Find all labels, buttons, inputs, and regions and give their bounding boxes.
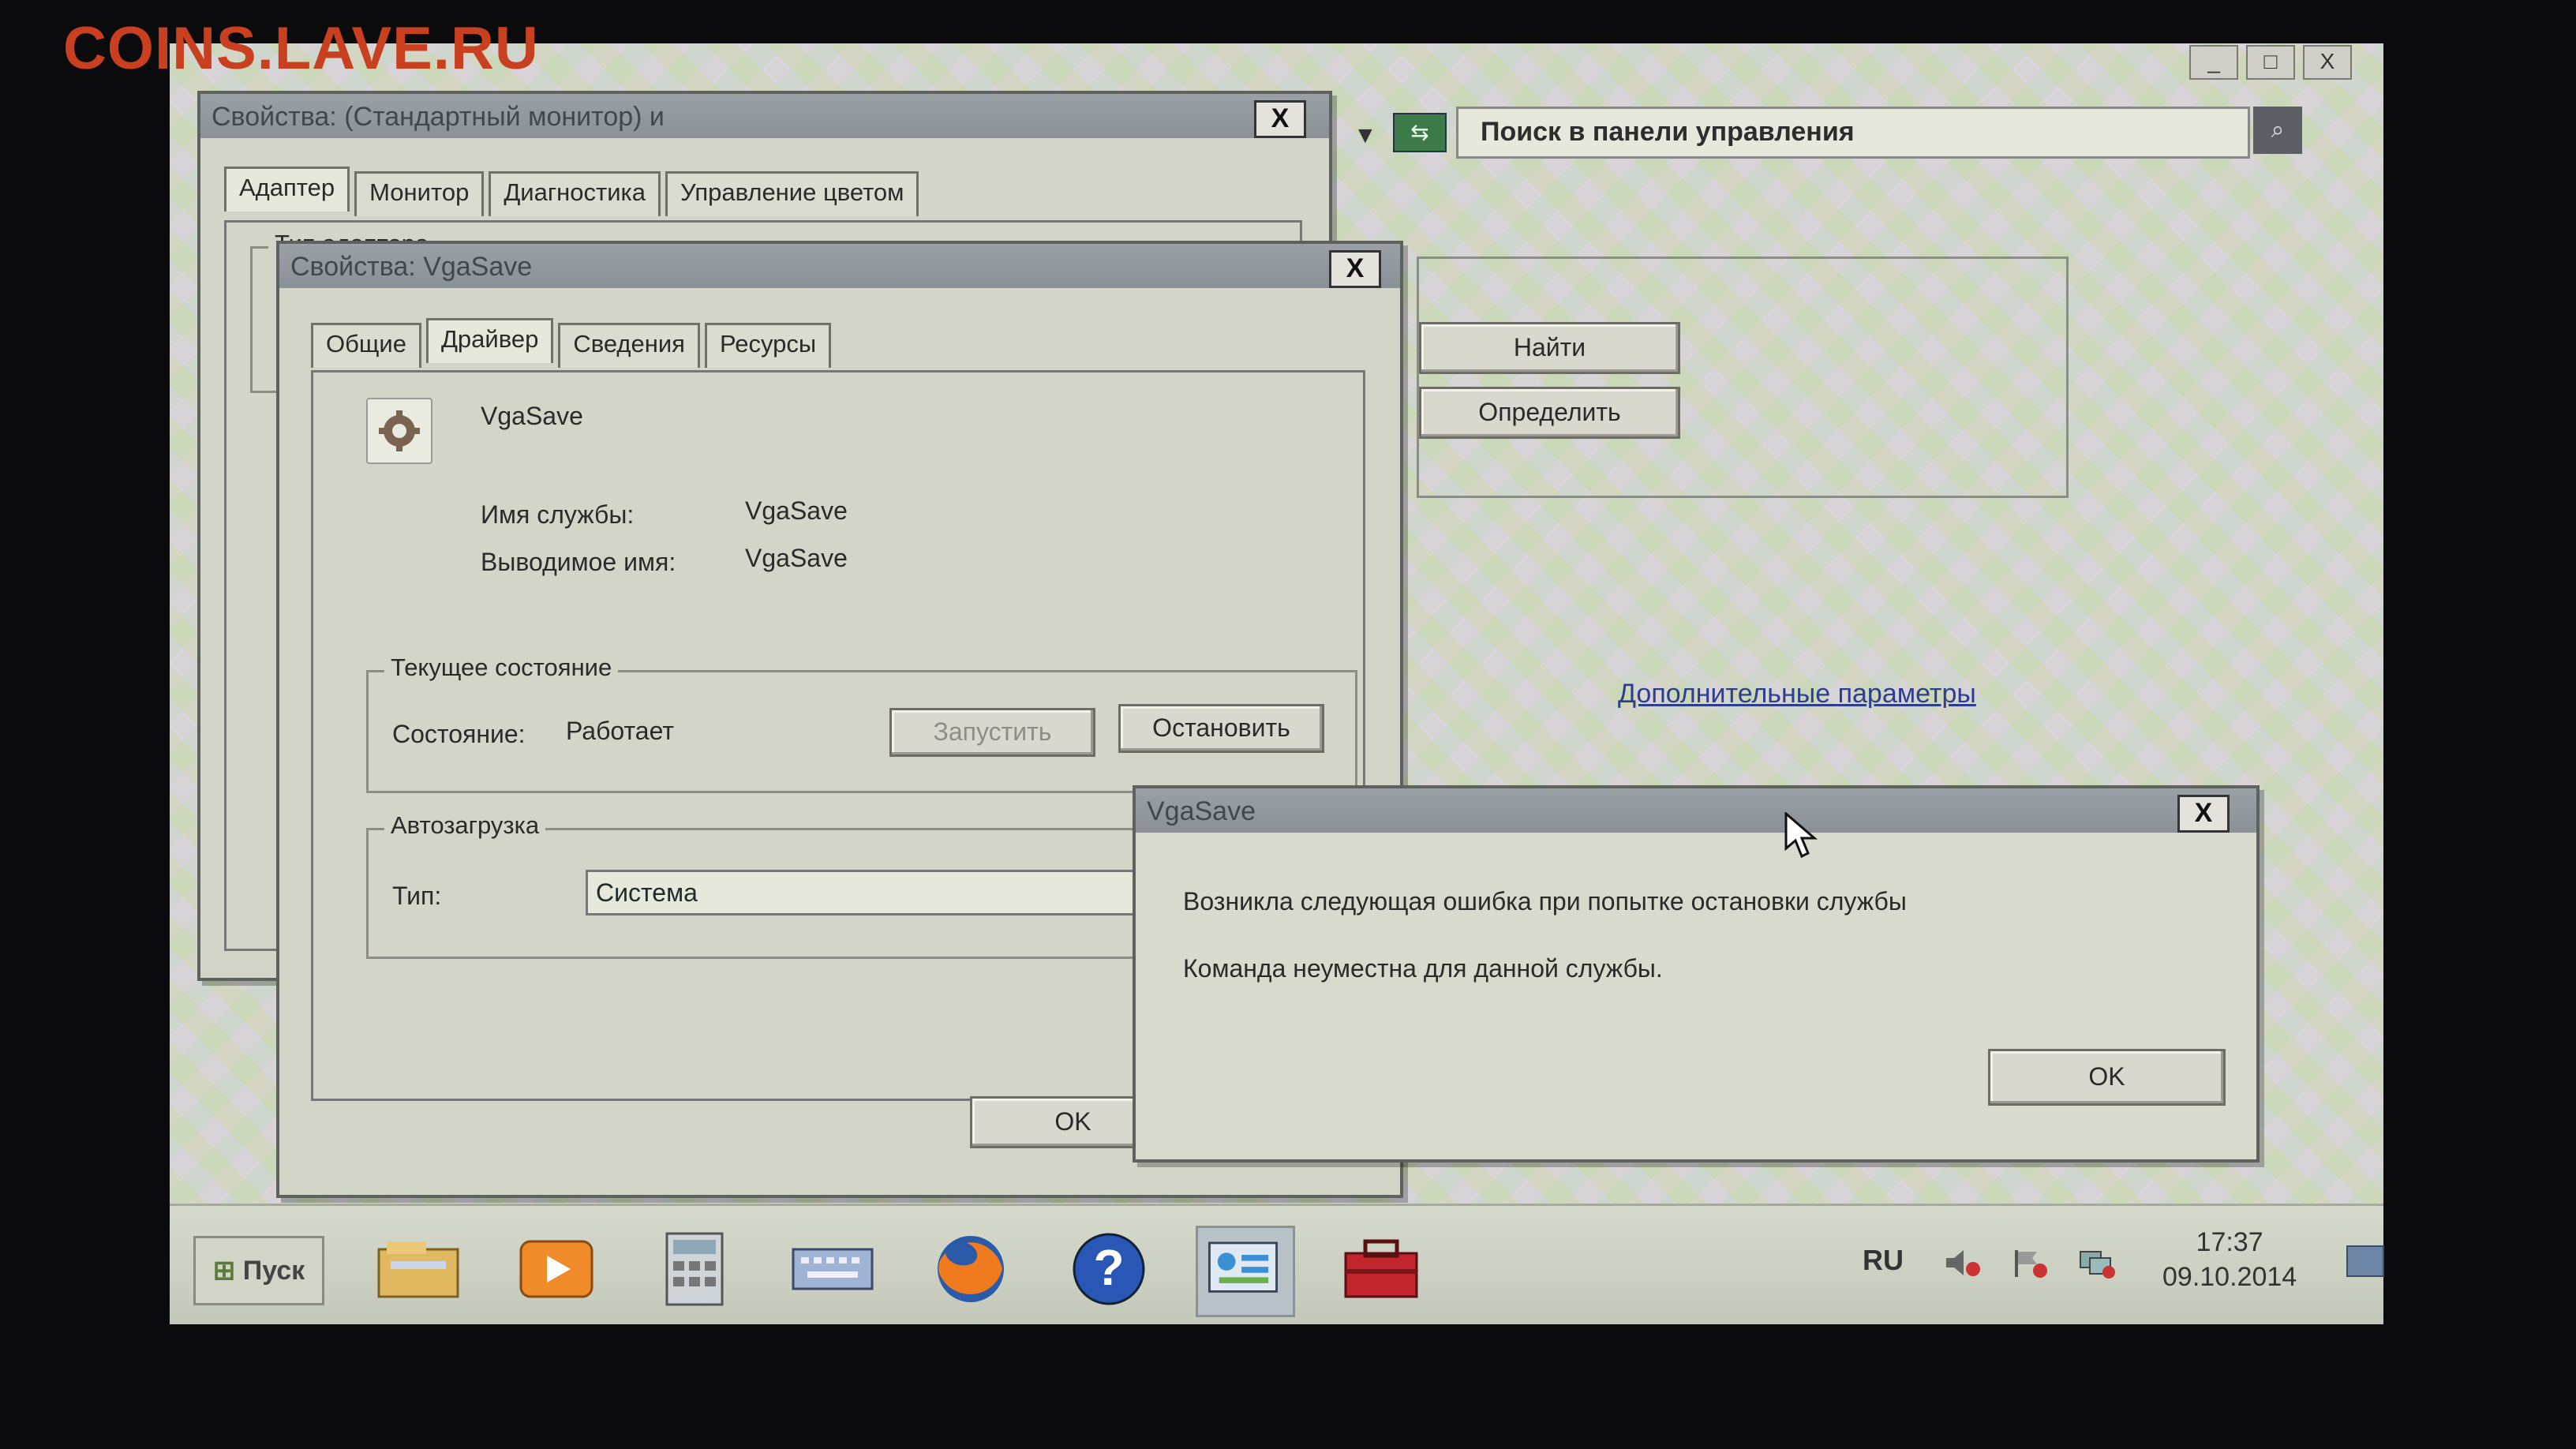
tab-driver[interactable]: Драйвер <box>425 318 554 363</box>
clock[interactable]: 17:37 09.10.2014 <box>2162 1225 2297 1294</box>
error-message-line1: Возникла следующая ошибка при попытке ос… <box>1183 887 1907 915</box>
close-icon[interactable]: X <box>1254 100 1306 138</box>
tab-diagnostics[interactable]: Диагностика <box>489 171 661 216</box>
taskbar: ⊞ Пуск ? RU 17:37 09.10.2014 <box>170 1204 2384 1324</box>
monitor-dialog-titlebar: Свойства: (Стандартный монитор) и X <box>200 94 1329 138</box>
current-state-group: Текущее состояние Состояние: Работает За… <box>366 653 1357 793</box>
type-label: Тип: <box>392 882 442 910</box>
error-message-line2: Команда неуместна для данной службы. <box>1183 954 1663 983</box>
tab-resources[interactable]: Ресурсы <box>704 323 832 368</box>
service-name-value: VgaSave <box>745 496 848 525</box>
search-placeholder: Поиск в панели управления <box>1481 117 1855 147</box>
vgasave-dialog-title: Свойства: VgaSave <box>290 252 533 282</box>
control-panel-address-bar: ▼ ⇆ Поиск в панели управления ⌕ <box>1354 107 2348 162</box>
start-service-button[interactable]: Запустить <box>889 708 1095 757</box>
keyboard-icon[interactable] <box>785 1226 880 1312</box>
search-icon[interactable]: ⌕ <box>2253 107 2302 154</box>
windows-logo-icon: ⊞ <box>212 1256 236 1286</box>
error-dialog-titlebar: VgaSave X <box>1136 788 2256 833</box>
state-label: Состояние: <box>392 720 526 748</box>
help-icon[interactable]: ? <box>1061 1226 1156 1312</box>
autoload-title: Автозагрузка <box>384 811 546 840</box>
action-center-flag-icon[interactable] <box>2009 1245 2051 1280</box>
start-label: Пуск <box>242 1256 305 1286</box>
volume-muted-icon[interactable] <box>1941 1245 1984 1280</box>
error-ok-button[interactable]: OK <box>1988 1049 2226 1106</box>
monitor-dialog-tabs: Адаптер Монитор Диагностика Управление ц… <box>224 167 919 216</box>
vgasave-dialog-titlebar: Свойства: VgaSave X <box>279 244 1400 288</box>
network-icon[interactable] <box>2076 1245 2118 1280</box>
tab-general[interactable]: Общие <box>311 323 421 368</box>
svg-text:?: ? <box>1093 1239 1124 1296</box>
watermark-logo: COINS.LAVE.RU <box>63 15 539 82</box>
error-dialog: VgaSave X Возникла следующая ошибка при … <box>1133 785 2260 1163</box>
show-desktop-button[interactable] <box>2346 1245 2384 1277</box>
start-button[interactable]: ⊞ Пуск <box>193 1236 324 1305</box>
clock-time: 17:37 <box>2196 1227 2263 1257</box>
language-indicator[interactable]: RU <box>1863 1244 1904 1277</box>
toolbox-icon[interactable] <box>1334 1226 1428 1312</box>
close-icon[interactable]: X <box>1329 250 1381 288</box>
control-panel-icon[interactable] <box>1196 1226 1295 1317</box>
service-name-label: Имя службы: <box>481 500 635 529</box>
mouse-cursor-icon <box>1784 812 1818 859</box>
vgasave-dialog-tabs: Общие Драйвер Сведения Ресурсы <box>311 318 832 368</box>
firefox-icon[interactable] <box>923 1226 1018 1312</box>
gear-icon <box>366 398 432 464</box>
window-controls: _ □ X <box>2189 45 2352 80</box>
find-group: Найти Определить <box>1417 256 2069 498</box>
state-value: Работает <box>566 717 674 745</box>
close-window-button[interactable]: X <box>2303 45 2352 80</box>
minimize-button[interactable]: _ <box>2189 45 2238 80</box>
monitor-dialog-title: Свойства: (Стандартный монитор) и <box>212 102 665 132</box>
tab-details[interactable]: Сведения <box>558 323 700 368</box>
close-icon[interactable]: X <box>2177 795 2230 833</box>
driver-name: VgaSave <box>481 402 583 430</box>
display-name-value: VgaSave <box>745 544 848 572</box>
current-state-title: Текущее состояние <box>384 653 619 682</box>
tab-color-management[interactable]: Управление цветом <box>665 171 919 216</box>
display-name-label: Выводимое имя: <box>481 548 676 576</box>
detect-button[interactable]: Определить <box>1419 387 1680 439</box>
media-player-icon[interactable] <box>509 1226 604 1312</box>
error-dialog-title: VgaSave <box>1147 796 1256 826</box>
refresh-icon[interactable]: ⇆ <box>1393 113 1447 152</box>
chevron-down-icon[interactable]: ▼ <box>1354 122 1377 149</box>
maximize-button[interactable]: □ <box>2246 45 2295 80</box>
file-explorer-icon[interactable] <box>371 1226 466 1312</box>
advanced-settings-link[interactable]: Дополнительные параметры <box>1618 679 1976 710</box>
tab-monitor[interactable]: Монитор <box>354 171 485 216</box>
tab-adapter[interactable]: Адаптер <box>224 167 350 212</box>
find-button[interactable]: Найти <box>1419 322 1680 374</box>
calculator-icon[interactable] <box>647 1226 742 1312</box>
search-input[interactable]: Поиск в панели управления <box>1456 107 2250 159</box>
clock-date: 09.10.2014 <box>2162 1262 2297 1292</box>
stop-service-button[interactable]: Остановить <box>1118 704 1324 753</box>
